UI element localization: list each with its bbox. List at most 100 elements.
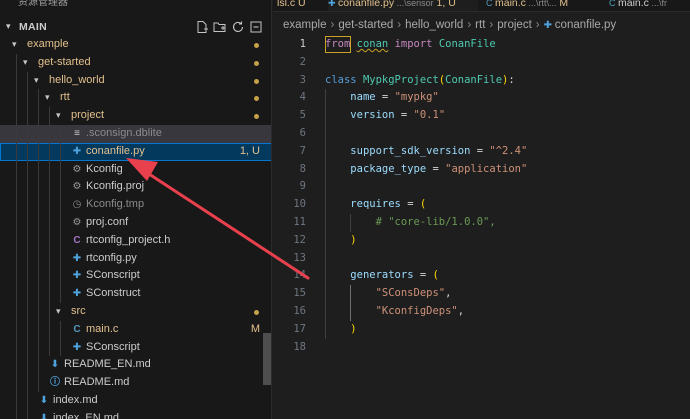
indent-guide <box>60 338 61 357</box>
indent-guide <box>325 89 326 339</box>
tree-file[interactable]: Crtconfig_project.h <box>0 231 271 250</box>
line-number: 2 <box>299 55 306 68</box>
indent-guide <box>60 160 61 179</box>
indent-guide <box>27 391 28 410</box>
tree-file[interactable]: Cmain.c M <box>0 320 271 339</box>
code-token: , <box>445 287 452 300</box>
chevron-right-icon: › <box>489 19 494 31</box>
breadcrumb-item[interactable]: hello_world <box>405 19 463 31</box>
chevron-down-icon: ▾ <box>56 305 61 316</box>
indent-guide <box>27 178 28 197</box>
breadcrumb-item[interactable]: get-started <box>338 19 393 31</box>
code-token: ( <box>432 269 439 282</box>
file-type-icon: ⓘ <box>50 377 60 389</box>
indent-guide <box>16 107 17 125</box>
tree-file[interactable]: ⬇ index.md <box>0 391 271 410</box>
tree-file[interactable]: ⬇ README_EN.md <box>0 356 271 375</box>
tree-folder[interactable]: ▾ get-started <box>0 53 271 72</box>
code-editor[interactable]: 1 from conan import ConanFile 2 3 class Mypk… <box>273 36 690 419</box>
sidebar-scrollbar[interactable] <box>263 333 271 385</box>
line-number: 12 <box>293 233 306 246</box>
chevron-right-icon: › <box>535 19 540 31</box>
tree-file[interactable]: ⚙ proj.conf <box>0 213 271 232</box>
file-type-icon: ⬇ <box>39 394 49 406</box>
tab-active[interactable]: ✚ conanfile.py ...\sensor 1, U <box>328 0 478 11</box>
tree-folder[interactable]: ▾ src <box>0 302 271 321</box>
tree-file[interactable]: ✚ rtconfig.py <box>0 249 271 268</box>
code-token: = <box>426 162 446 175</box>
file-type-icon: ✚ <box>72 270 82 282</box>
tree-folder[interactable]: ▾ rtt <box>0 89 271 108</box>
modified-dot <box>254 43 259 48</box>
indent-guide <box>49 196 50 214</box>
file-type-icon: ⚙ <box>72 216 82 228</box>
code-token: ) <box>350 322 357 335</box>
tab-path: ...\fr <box>648 0 667 8</box>
breadcrumb-item[interactable]: project <box>497 19 532 31</box>
code-text: ) <box>325 232 357 250</box>
breadcrumb-item[interactable]: example <box>283 19 326 31</box>
line-number: 13 <box>293 251 306 264</box>
tree-folder[interactable]: ▾ project <box>0 107 271 125</box>
tree-file[interactable]: ✚ conanfile.py 1, U <box>0 142 271 161</box>
code-token: "^2.4" <box>489 144 528 157</box>
tree-file[interactable]: ⓘ README.md <box>0 374 271 392</box>
file-type-icon: ⬇ <box>50 359 60 371</box>
line-number: 1 <box>299 38 306 50</box>
tree-folder[interactable]: ▾ example <box>0 36 271 54</box>
breadcrumb-item[interactable]: rtt <box>475 19 485 31</box>
indent-guide <box>16 178 17 197</box>
tree-file[interactable]: ◷ Kconfig.tmp <box>0 196 271 214</box>
indent-guide <box>27 142 28 161</box>
new-folder-icon[interactable] <box>213 20 227 34</box>
tree-file[interactable]: ⚙ Kconfig.proj <box>0 178 271 197</box>
chevron-right-icon: › <box>467 19 472 31</box>
line-number: 6 <box>299 127 306 139</box>
python-icon: ✚ <box>543 20 555 31</box>
tree-file[interactable]: ⚙ Kconfig <box>0 160 271 179</box>
code-token: = <box>470 144 490 157</box>
tree-file[interactable]: ✚ SConscript <box>0 338 271 357</box>
new-file-icon[interactable] <box>195 20 209 34</box>
indent-guide <box>27 285 28 303</box>
indent-guide <box>27 338 28 357</box>
tree-item-label: proj.conf <box>86 215 129 228</box>
indent-guide <box>38 267 39 286</box>
code-token: requires <box>350 198 401 211</box>
indent-guide <box>27 249 28 268</box>
code-line: 3 class MypkgProject(ConanFile): <box>273 72 690 90</box>
tree-folder[interactable]: ▾ hello_world <box>0 71 271 90</box>
indent-guide <box>38 356 39 375</box>
modified-dot <box>254 60 259 66</box>
indent-guide <box>38 142 39 161</box>
breadcrumb-item[interactable]: conanfile.py <box>555 19 616 31</box>
file-type-icon: ✚ <box>72 341 82 353</box>
collapse-all-icon[interactable] <box>249 20 263 34</box>
code-text: support_sdk_version = "^2.4" <box>325 143 527 161</box>
tab[interactable]: lsl.c U <box>277 0 313 11</box>
tab[interactable]: C main.c ...\rtt\... M <box>486 0 599 11</box>
tree-file[interactable]: ≡ .sconsign.dblite <box>0 124 271 143</box>
indent-guide <box>49 178 50 197</box>
tree-item-label: project <box>71 109 105 122</box>
code-line: 4 name = "mypkg" <box>273 89 690 107</box>
indent-guide <box>38 231 39 250</box>
tree-item-label: index_EN.md <box>53 411 120 419</box>
chevron-down-icon: ▾ <box>23 56 28 67</box>
code-line: 14 generators = ( <box>273 267 690 285</box>
tab[interactable]: C main.c ...\fr <box>609 0 689 11</box>
indent-guide <box>60 249 61 268</box>
code-token: ) <box>350 233 357 246</box>
code-line: 2 <box>273 54 690 72</box>
tree-file[interactable]: ✚ SConscript <box>0 267 271 286</box>
tree-file[interactable]: ⬇ index_EN.md <box>0 409 271 419</box>
code-token: = <box>394 109 414 122</box>
code-token: from <box>325 38 351 50</box>
indent-guide <box>350 214 351 232</box>
indent-guide <box>16 124 17 143</box>
indent-guide <box>27 231 28 250</box>
explorer-sidebar: 资源管理器 ▾ MAIN ▾ example ▾ get-started ▾ hello_… <box>0 0 272 419</box>
indent-guide <box>27 196 28 214</box>
tree-file[interactable]: ✚ SConstruct <box>0 285 271 303</box>
refresh-icon[interactable] <box>231 20 245 34</box>
